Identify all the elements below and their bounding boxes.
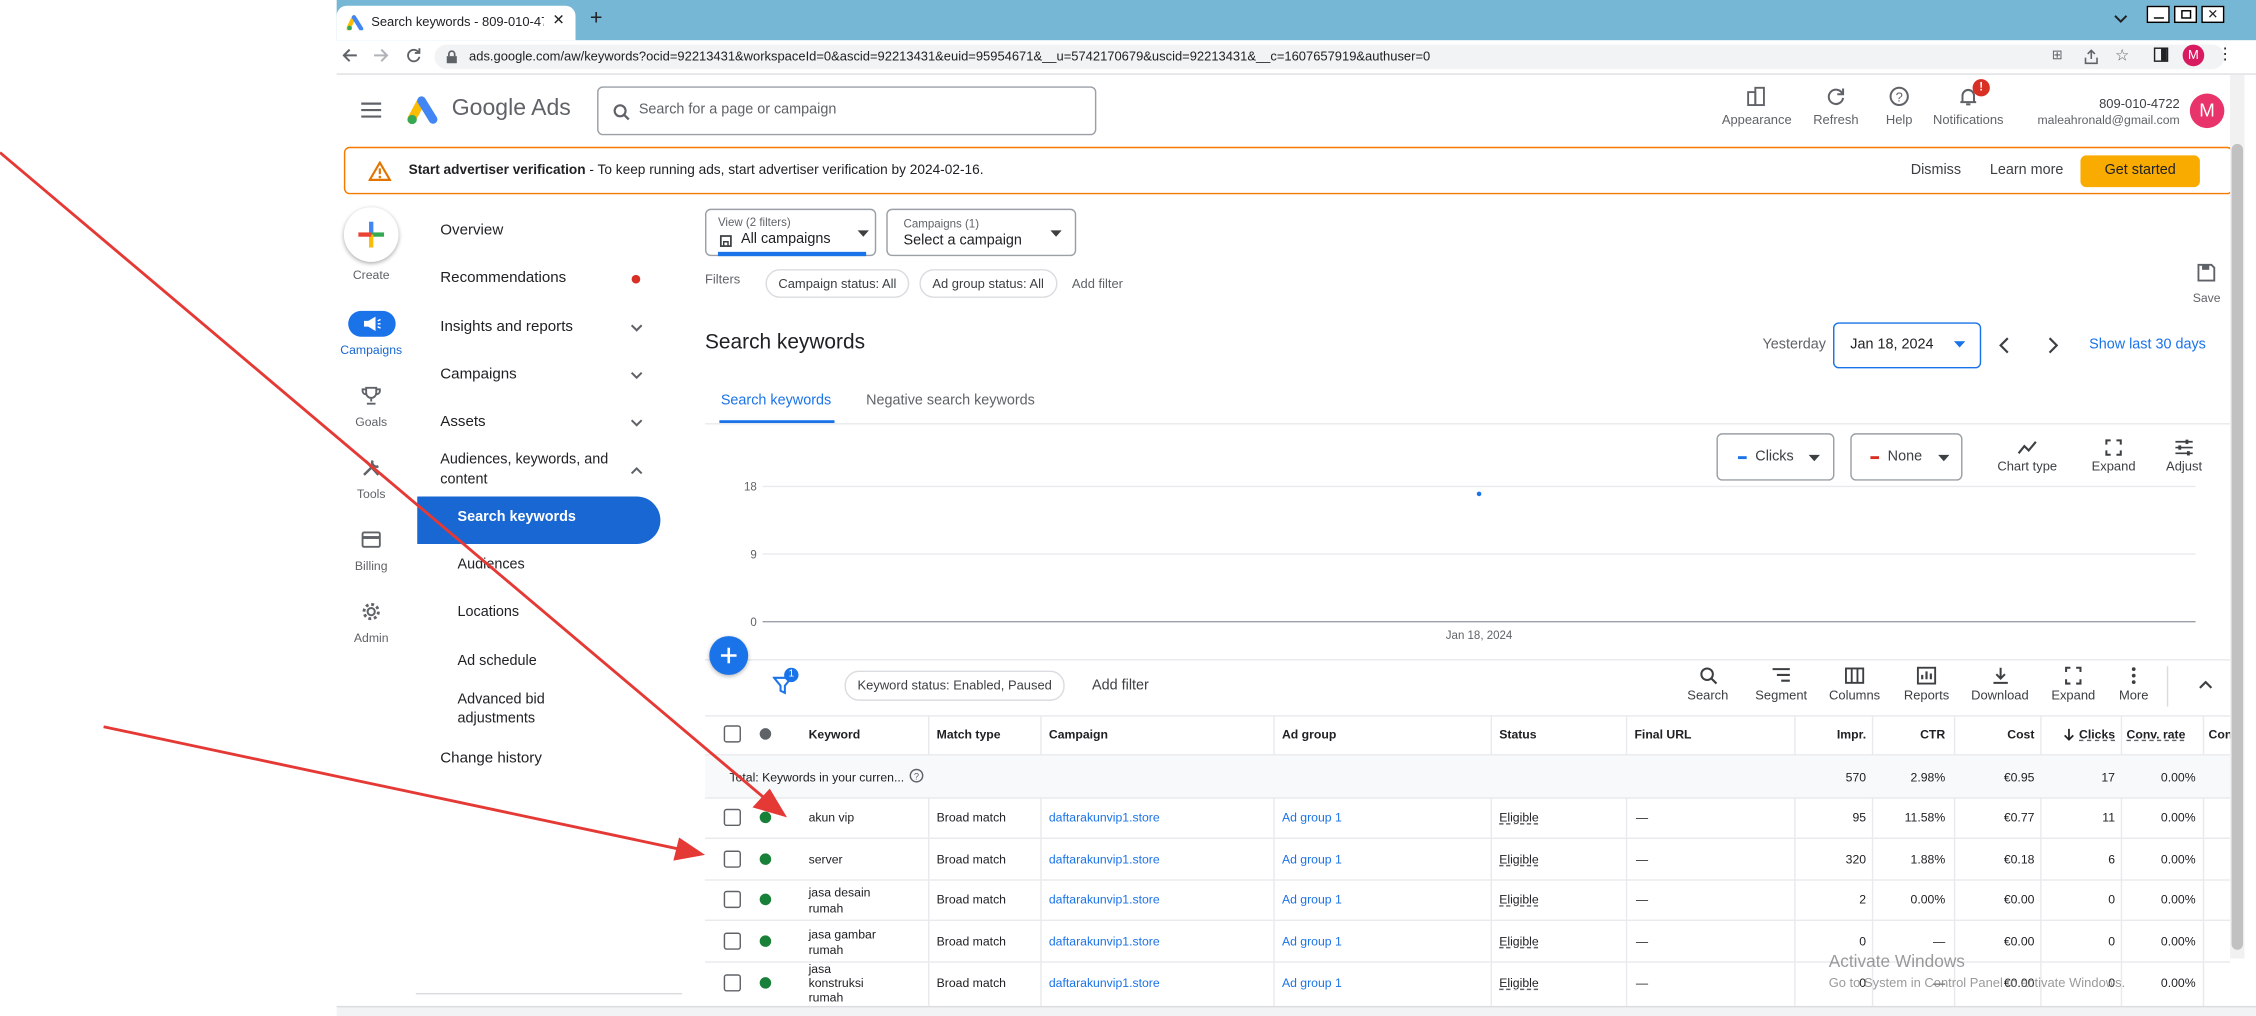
annotation-arrow-1 <box>0 151 768 802</box>
annotation-arrows <box>0 151 788 861</box>
screenshot-root: Search keywords - 809-010-472 ✕ + ✕ ads.… <box>0 0 2256 1016</box>
viewport: Search keywords - 809-010-472 ✕ + ✕ ads.… <box>0 0 2256 1016</box>
annotation-arrow-2 <box>103 725 680 851</box>
annotation-arrowhead-2 <box>673 837 706 861</box>
